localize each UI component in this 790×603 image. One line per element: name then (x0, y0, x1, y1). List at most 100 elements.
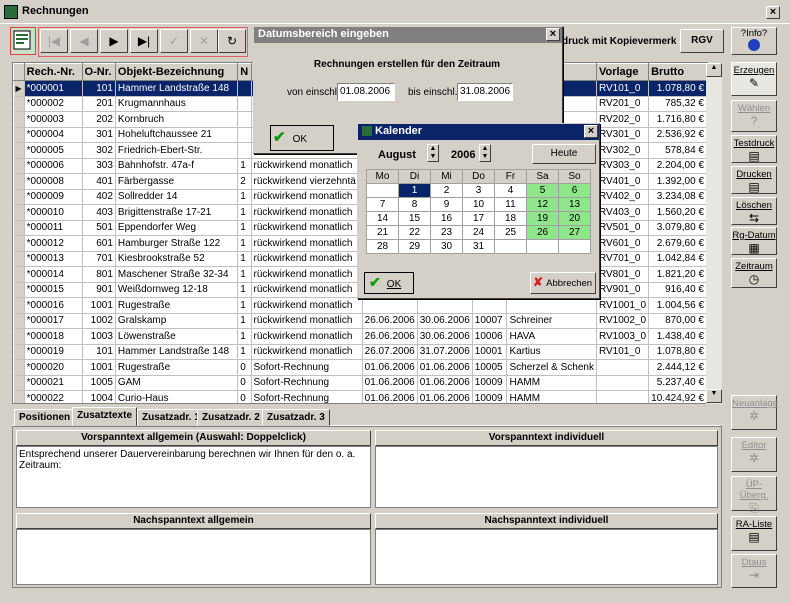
calendar-day[interactable]: 20 (558, 211, 591, 226)
tab-zusatzadr-3[interactable]: Zusatzadr. 3 (262, 409, 330, 426)
calendar-day[interactable]: 8 (398, 197, 431, 212)
info-button[interactable]: ?Info? (731, 27, 777, 55)
table-row[interactable]: *000018 1003 Löwenstraße 1 rückwirkend monat… (13, 328, 707, 345)
calendar-day[interactable]: 26 (526, 225, 559, 240)
scroll-up-button[interactable]: ▲ (706, 63, 722, 77)
calendar-day[interactable]: 15 (398, 211, 431, 226)
date-dialog-close-button[interactable]: × (546, 28, 560, 41)
nav-button-0[interactable]: |◀ (40, 29, 68, 53)
table-cell: RV801_0 (596, 266, 650, 283)
nav-button-5[interactable]: ✕ (190, 29, 218, 53)
scroll-down-button[interactable]: ▼ (706, 389, 722, 403)
calendar-day[interactable]: 6 (558, 183, 591, 198)
nav-button-4[interactable]: ✓ (160, 29, 188, 53)
to-date-input[interactable]: 31.08.2006 (457, 83, 513, 101)
calendar-day[interactable]: 31 (462, 239, 495, 254)
nachspann-allgemein-text[interactable] (16, 529, 371, 585)
table-row[interactable]: *000021 1005 GAM 0 Sofort-Rechnung 01.06.2006… (13, 375, 707, 391)
calendar-day[interactable]: 4 (494, 183, 527, 198)
calendar-day[interactable]: 3 (462, 183, 495, 198)
table-cell (237, 142, 252, 159)
tab-zusatztexte[interactable]: Zusatztexte (72, 407, 138, 426)
vorspann-individuell-text[interactable] (375, 446, 718, 508)
calendar-ok-button[interactable]: ✔ OK (364, 272, 414, 294)
table-cell: 01.06.2006 (362, 375, 418, 391)
vorspann-allgemein-text[interactable]: Entsprechend unserer Dauervereinbarung b… (16, 446, 371, 508)
calendar-day[interactable]: 27 (558, 225, 591, 240)
column-header-2[interactable]: Objekt-Bezeichnung (114, 63, 239, 81)
sidebar-button-0[interactable]: Erzeugen ✎ (731, 62, 777, 96)
table-row[interactable]: *000016 1001 Rugestraße 1 rückwirkend monatl… (13, 297, 707, 314)
table-scrollbar[interactable]: ▲ ▼ (706, 63, 722, 404)
calendar-close-button[interactable]: × (584, 125, 598, 138)
calendar-day[interactable]: 12 (526, 197, 559, 212)
table-row[interactable]: *000019 101 Hammer Landstraße 148 1 rückwirk… (13, 344, 707, 360)
calendar-day[interactable]: 18 (494, 211, 527, 226)
table-cell: 5.237,40 € (648, 375, 707, 391)
sidebar-button-8[interactable]: Editor ✲ (731, 437, 777, 472)
calendar-day[interactable]: 24 (462, 225, 495, 240)
sidebar-label-1: Wählen (737, 103, 771, 114)
calendar-day[interactable]: 21 (366, 225, 399, 240)
date-ok-button[interactable]: ✔ OK (270, 125, 334, 151)
calendar-cancel-button[interactable]: ✘ Abbrechen (530, 272, 596, 294)
sidebar-label-9: ÜP-Überg. (739, 479, 769, 501)
column-header-1[interactable]: O-Nr. (81, 63, 116, 81)
calendar-day[interactable]: 7 (366, 197, 399, 212)
table-cell: 403 (82, 204, 116, 221)
calendar-day[interactable]: 1 (398, 183, 431, 198)
sidebar-button-11[interactable]: Dtaus ⇥ (731, 554, 777, 588)
calendar-grid: Mo Di Mi Do Fr Sa So 1 2 3 4 5 6 7 8 9 10 11 12 13 14 15 16 17… (366, 169, 591, 254)
calendar-day[interactable]: 9 (430, 197, 463, 212)
column-header-0[interactable]: Rech.-Nr. (23, 63, 83, 81)
calendar-day[interactable]: 17 (462, 211, 495, 226)
table-cell: 1004 (82, 390, 116, 403)
column-header-9[interactable]: Vorlage (595, 63, 650, 81)
calendar-day[interactable]: 29 (398, 239, 431, 254)
tab-positionen[interactable]: Positionen (14, 409, 76, 426)
nachspann-individuell-text[interactable] (375, 529, 718, 585)
calendar-day[interactable]: 5 (526, 183, 559, 198)
rgv-button[interactable]: RGV (680, 29, 724, 53)
tab-zusatzadr-1[interactable]: Zusatzadr. 1 (137, 409, 205, 426)
calendar-day[interactable]: 22 (398, 225, 431, 240)
calendar-day[interactable]: 10 (462, 197, 495, 212)
year-spinner[interactable]: ▲ ▼ (479, 144, 491, 162)
month-spinner[interactable]: ▲ ▼ (427, 144, 439, 162)
form-icon-button[interactable] (10, 27, 36, 55)
column-header-10[interactable]: Brutto (648, 63, 707, 81)
window-close-button[interactable]: × (766, 6, 780, 19)
table-cell: Sofort-Rechnung (251, 359, 363, 376)
nav-button-6[interactable]: ↻ (218, 29, 246, 53)
table-row[interactable]: *000022 1004 Curio-Haus 0 Sofort-Rechnung 01.… (13, 390, 707, 403)
sidebar-button-3[interactable]: Drucken ▤ (731, 166, 777, 194)
nav-button-1[interactable]: ◀ (70, 29, 98, 53)
column-header-3[interactable]: N (237, 63, 252, 81)
calendar-day[interactable]: 16 (430, 211, 463, 226)
today-button[interactable]: Heute (532, 144, 596, 164)
calendar-day[interactable]: 19 (526, 211, 559, 226)
sidebar-button-9[interactable]: ÜP-Überg. ⎘ (731, 476, 777, 514)
nav-button-2[interactable]: ▶ (100, 29, 128, 53)
sidebar-button-1[interactable]: Wählen? (731, 100, 777, 132)
from-date-input[interactable]: 01.08.2006 (337, 83, 395, 101)
calendar-day[interactable]: 25 (494, 225, 527, 240)
table-row[interactable]: *000017 1002 Gralskamp 1 rückwirkend monatli… (13, 313, 707, 329)
table-row[interactable]: *000020 1001 Rugestraße 0 Sofort-Rechnung 01.… (13, 359, 707, 376)
nav-button-3[interactable]: ▶| (130, 29, 158, 53)
sidebar-button-10[interactable]: RA-Liste ▤ (731, 516, 777, 551)
calendar-day[interactable]: 11 (494, 197, 527, 212)
sidebar-button-7[interactable]: Neuanlage ✲ (731, 395, 778, 430)
tab-zusatzadr-2[interactable]: Zusatzadr. 2 (197, 409, 265, 426)
calendar-day[interactable]: 28 (366, 239, 399, 254)
row-indicator (13, 313, 25, 329)
calendar-day[interactable]: 30 (430, 239, 463, 254)
calendar-day[interactable]: 23 (430, 225, 463, 240)
calendar-day[interactable]: 13 (558, 197, 591, 212)
sidebar-button-5[interactable]: Rg-Datum ▦ (731, 227, 777, 255)
sidebar-button-4[interactable]: Löschen ⇆ (731, 197, 777, 225)
calendar-day[interactable]: 2 (430, 183, 463, 198)
calendar-day[interactable]: 14 (366, 211, 399, 226)
sidebar-button-2[interactable]: Testdruck ▤ (731, 135, 777, 163)
sidebar-button-6[interactable]: Zeitraum ◷ (731, 258, 777, 288)
